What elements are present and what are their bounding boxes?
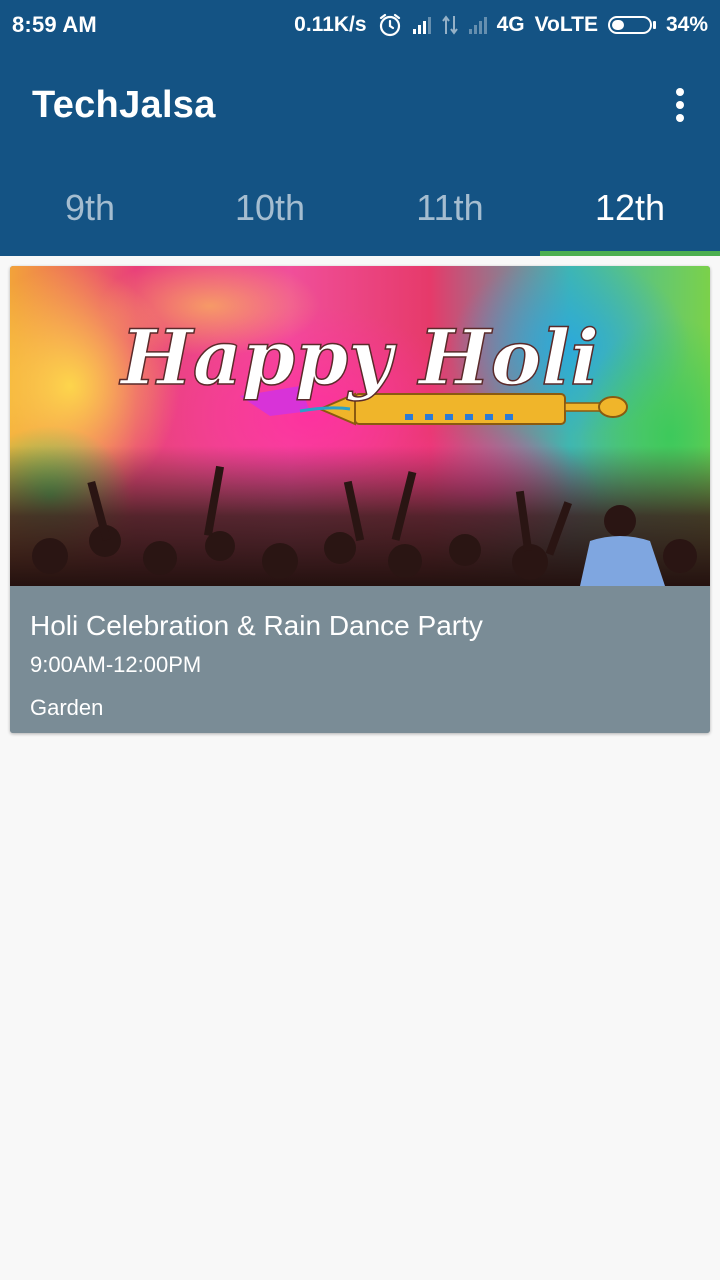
event-location: Garden [30,695,104,720]
app-title: TechJalsa [32,84,216,126]
battery-fill [611,20,625,30]
status-right: 0.11K/s 4G VoLTE 34% [294,10,708,40]
event-card[interactable]: Happy Holi Holi Celebration & Rain Dance… [10,266,710,733]
event-title: Holi Celebration & Rain Dance Party [30,610,483,641]
alarm-icon [379,13,400,37]
tab-10th[interactable]: 10th [180,162,360,256]
signal-icon [412,16,431,34]
tab-9th[interactable]: 9th [0,162,180,256]
event-image: Happy Holi [10,266,710,586]
battery-percent: 34% [665,13,708,36]
tab-11th[interactable]: 11th [360,162,540,256]
app-bar: TechJalsa [0,50,720,162]
status-bar: 8:59 AM 0.11K/s 4G VoLTE 34% [0,0,720,50]
signal-icon-2 [468,16,487,34]
network-speed: 0.11K/s [294,13,367,36]
day-tabs: 9th 10th 11th 12th [0,162,720,256]
overflow-menu-icon[interactable] [674,88,686,122]
tab-12th[interactable]: 12th [540,162,720,256]
happy-holi-lettering: Happy Holi [119,313,599,402]
event-info: Holi Celebration & Rain Dance Party 9:00… [10,586,710,733]
battery-icon [607,16,656,34]
volte-label: VoLTE [534,13,598,36]
event-time: 9:00AM-12:00PM [30,652,202,677]
network-type: 4G [496,13,525,36]
data-transfer-icon [441,15,458,35]
status-time: 8:59 AM [12,12,97,37]
